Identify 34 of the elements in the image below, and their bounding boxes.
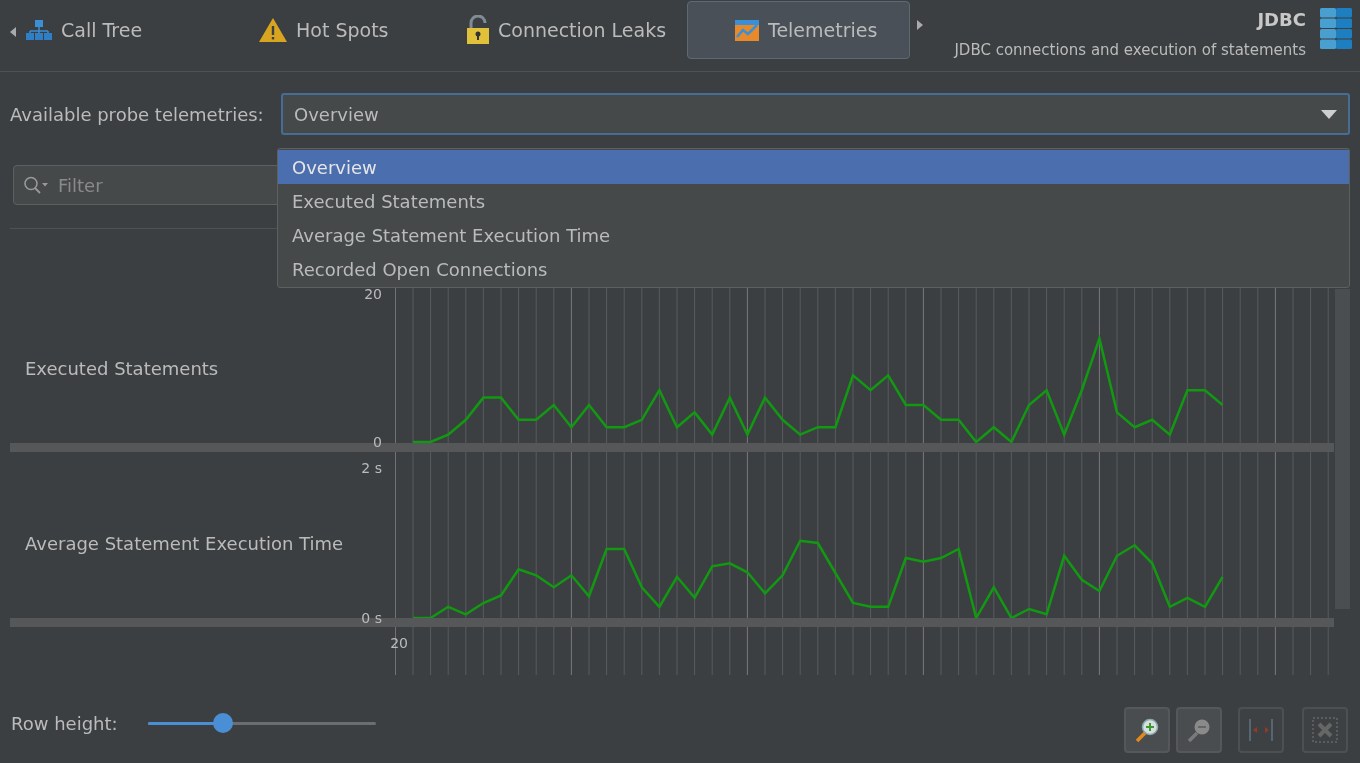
database-icon [1320, 8, 1352, 50]
axis-tick-label: 20 [364, 287, 382, 301]
probe-select-label: Available probe telemetries: [10, 102, 265, 127]
axis-tick-label: 2 s [361, 461, 382, 475]
dropdown-option[interactable]: Average Statement Execution Time [278, 218, 1349, 252]
hierarchy-icon [25, 19, 53, 41]
slider-thumb[interactable] [213, 713, 234, 733]
zoom-in-icon [1134, 717, 1160, 743]
tab[interactable]: Hot Spots [240, 1, 440, 59]
fit-width-icon [1246, 718, 1276, 742]
dropdown-option[interactable]: Recorded Open Connections [278, 252, 1349, 286]
toolbar-button[interactable] [1124, 707, 1170, 753]
dropdown-option[interactable]: Overview [278, 150, 1349, 184]
row-height-slider[interactable] [148, 713, 376, 733]
chart-label: Executed Statements [25, 356, 219, 381]
clear-selection-icon [1311, 716, 1339, 744]
probe-select[interactable]: Overview [281, 93, 1350, 135]
caret-icon [1321, 109, 1337, 119]
probe-title: JDBC [1257, 8, 1306, 32]
chart-label: Average Statement Execution Time [25, 531, 344, 556]
open-padlock-icon [466, 15, 490, 45]
warning-icon [258, 17, 288, 43]
chart-icon [734, 17, 760, 43]
scrollbar[interactable] [1335, 289, 1350, 609]
probe-description: JDBC connections and execution of statements [954, 40, 1306, 61]
tab[interactable]: Call Tree [16, 1, 240, 59]
axis-tick-label: 0 s [361, 611, 382, 625]
tab[interactable]: Connection Leaks [440, 1, 687, 59]
axis-tick-label: 20 [390, 636, 408, 650]
axis-tick-label: 0 [373, 435, 382, 449]
tab[interactable]: Telemetries [687, 1, 910, 59]
search-icon [23, 176, 49, 194]
row-height-label: Row height: [11, 711, 119, 736]
zoom-out-icon [1186, 717, 1212, 743]
